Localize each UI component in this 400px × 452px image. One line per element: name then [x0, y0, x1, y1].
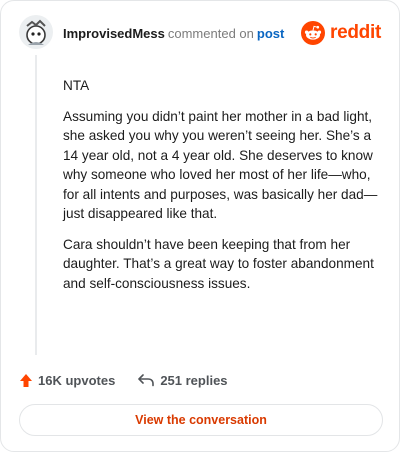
- upvote-count: 16K upvotes: [38, 372, 116, 388]
- comment-card: ImprovisedMess commented on post reddit NT…: [0, 0, 400, 452]
- comment-paragraph: Cara shouldn’t have been keeping that fr…: [63, 236, 374, 291]
- user-avatar[interactable]: [19, 15, 53, 49]
- reply-count: 251 replies: [160, 372, 228, 388]
- comment-action-text: commented on: [167, 26, 254, 41]
- reddit-snoo-icon: [301, 21, 326, 45]
- upvote-stat[interactable]: 16K upvotes: [19, 373, 115, 388]
- reddit-logo[interactable]: reddit: [301, 20, 381, 46]
- username[interactable]: ImprovisedMess: [63, 26, 165, 41]
- comment-paragraph: Assuming you didn’t paint her mother in …: [63, 108, 378, 222]
- thread-line: [35, 55, 37, 355]
- view-conversation-button[interactable]: View the conversation: [19, 404, 383, 436]
- upvote-arrow-icon: [20, 373, 32, 387]
- post-link[interactable]: post: [257, 26, 284, 41]
- reply-stat[interactable]: 251 replies: [137, 372, 228, 388]
- comment-body: NTA Assuming you didn’t paint her mother…: [63, 76, 383, 304]
- reddit-wordmark: reddit: [330, 22, 381, 43]
- comment-stats: 16K upvotes 251 replies: [19, 371, 228, 389]
- comment-paragraph: NTA: [63, 78, 90, 93]
- reply-arrow-icon: [138, 374, 155, 387]
- comment-header: ImprovisedMess commented on post: [63, 25, 284, 43]
